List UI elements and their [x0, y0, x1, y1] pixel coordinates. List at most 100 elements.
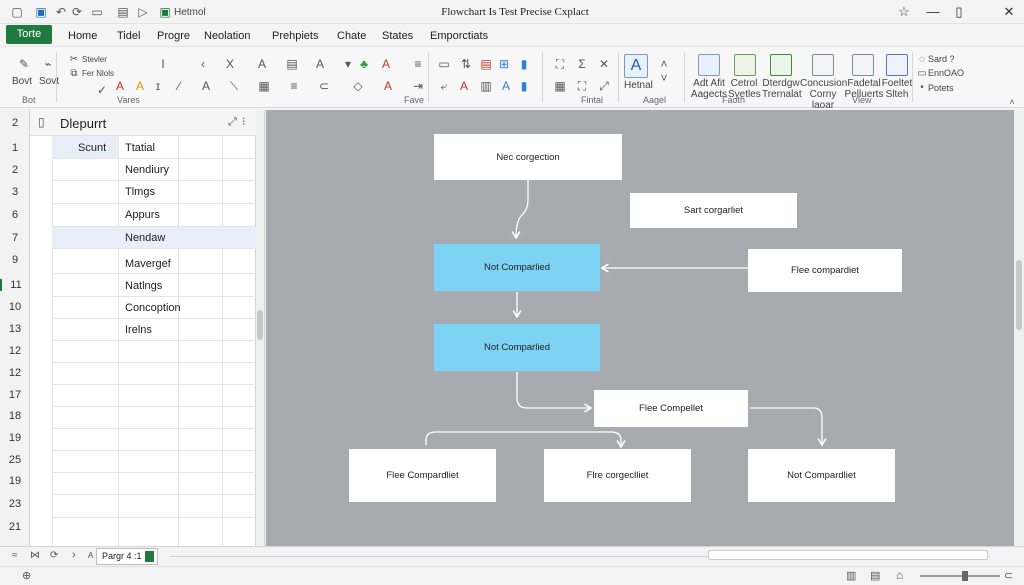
- align-icon[interactable]: ≡: [286, 78, 302, 94]
- paragraph-icon[interactable]: ▭: [436, 56, 452, 72]
- font-color-icon[interactable]: A: [112, 78, 128, 94]
- redo-icon[interactable]: ⟳: [70, 5, 84, 19]
- file-tab[interactable]: Torte: [6, 25, 52, 44]
- tab-states[interactable]: States: [382, 30, 413, 42]
- table-cell[interactable]: Nendaw: [125, 232, 165, 244]
- highlight-red-icon[interactable]: ▤: [478, 56, 494, 72]
- conclusion-button[interactable]: Concusion Corny laoar: [800, 78, 847, 111]
- horizontal-scrollbar[interactable]: [708, 550, 988, 560]
- new-icon[interactable]: ▭: [90, 5, 104, 19]
- color-a-icon[interactable]: A: [456, 78, 472, 94]
- people-icon[interactable]: [852, 54, 874, 76]
- table-cell[interactable]: Concoption: [125, 302, 181, 314]
- chevron-down-icon[interactable]: ˅: [656, 70, 672, 86]
- minimize-icon[interactable]: —: [922, 3, 944, 21]
- resize-icon[interactable]: ⤢: [596, 78, 612, 94]
- table-cell[interactable]: Nendiury: [125, 164, 169, 176]
- flow-node-1[interactable]: Nec corgection: [434, 134, 622, 180]
- forward-icon[interactable]: ▷: [136, 5, 150, 19]
- table-cell[interactable]: Appurs: [125, 209, 160, 221]
- dropdown-icon[interactable]: ▾: [340, 56, 356, 72]
- table-cell[interactable]: Irelns: [125, 324, 152, 336]
- flow-node-3[interactable]: Not Comparlied: [434, 244, 600, 291]
- border-icon[interactable]: ▦: [256, 78, 272, 94]
- diagram-button[interactable]: Dterdgw Trernalat: [762, 78, 802, 100]
- italic-icon[interactable]: ɪ: [150, 78, 166, 94]
- chevron-right-icon[interactable]: ›: [72, 549, 76, 561]
- hetnal-button[interactable]: Hetnal: [624, 80, 653, 91]
- grid-icon[interactable]: ▦: [552, 78, 568, 94]
- zoom-slider-thumb[interactable]: [962, 571, 968, 581]
- pin-icon[interactable]: ⤢: [228, 116, 237, 129]
- text-color-icon[interactable]: A: [380, 78, 396, 94]
- zoom-in-icon[interactable]: ⊂: [1004, 569, 1013, 582]
- font-color2-icon[interactable]: A: [378, 56, 394, 72]
- tab-tidel[interactable]: Tidel: [117, 30, 140, 42]
- font-size-icon[interactable]: A: [198, 78, 214, 94]
- undo-icon[interactable]: ↶: [54, 5, 68, 19]
- sheet-tab[interactable]: Pargr 4 :1: [96, 548, 158, 565]
- expand-icon[interactable]: ⛶: [552, 56, 568, 72]
- star-icon[interactable]: ☆: [893, 3, 915, 21]
- insert-table-icon[interactable]: ⊞: [496, 56, 512, 72]
- brush-icon[interactable]: ⌁: [40, 56, 56, 72]
- link-icon[interactable]: ⊂: [316, 78, 332, 94]
- add-aspects-icon[interactable]: [698, 54, 720, 76]
- potets-label[interactable]: Potets: [928, 83, 954, 94]
- close-icon[interactable]: ✕: [998, 3, 1020, 21]
- crop-icon[interactable]: ⛶: [574, 78, 590, 94]
- text-blue-icon[interactable]: A: [498, 78, 514, 94]
- ennoao-label[interactable]: EnnOAO: [928, 68, 964, 79]
- print-icon[interactable]: ▤: [116, 5, 130, 19]
- tab-chate[interactable]: Chate: [337, 30, 366, 42]
- page-layout-icon[interactable]: ▤: [870, 569, 880, 582]
- restore-icon[interactable]: ▯: [948, 3, 970, 21]
- copy-icon[interactable]: ⧉: [66, 66, 82, 82]
- sard-label[interactable]: Sard ?: [928, 54, 955, 65]
- scroll-thumb[interactable]: [257, 310, 263, 340]
- person-icon[interactable]: [812, 54, 834, 76]
- delete-icon[interactable]: ✕: [596, 56, 612, 72]
- flow-node-6[interactable]: Flee Compellet: [594, 390, 748, 427]
- shape-icon[interactable]: ◇: [350, 78, 366, 94]
- add-sheet-icon[interactable]: ⊕: [22, 569, 31, 582]
- diagram-icon[interactable]: [770, 54, 792, 76]
- sum-icon[interactable]: Σ: [574, 56, 590, 72]
- text-format-icon[interactable]: A: [312, 56, 328, 72]
- arrow-icon[interactable]: ⟍: [226, 78, 242, 94]
- indent-icon[interactable]: ⇥: [410, 78, 426, 94]
- table-cell[interactable]: Tlmgs: [125, 186, 155, 198]
- canvas-scrollbar[interactable]: [1014, 110, 1024, 546]
- line-icon[interactable]: ⁄: [171, 78, 187, 94]
- flow-node-2[interactable]: Sart corgarliet: [630, 193, 797, 228]
- scroll-prev-icon[interactable]: ⋈: [30, 550, 40, 561]
- tab-progre[interactable]: Progre: [157, 30, 190, 42]
- normal-view-icon[interactable]: ▥: [846, 569, 856, 582]
- flow-node-8[interactable]: Flre corgeclliet: [544, 449, 691, 502]
- table-icon[interactable]: ▤: [284, 56, 300, 72]
- table-cell[interactable]: Mavergef: [125, 258, 171, 270]
- foeltet-button[interactable]: Foeltet Slteh: [880, 78, 914, 100]
- scroll-first-icon[interactable]: ≈: [12, 550, 18, 561]
- chevron-left-icon[interactable]: ‹: [195, 56, 211, 72]
- flow-node-4[interactable]: Flee compardiet: [748, 249, 902, 292]
- tab-neolation[interactable]: Neolation: [204, 30, 250, 42]
- panel-scrollbar[interactable]: [256, 110, 265, 546]
- text-style-icon[interactable]: A: [624, 54, 648, 78]
- tab-home[interactable]: Home: [68, 30, 97, 42]
- flow-node-9[interactable]: Not Compardliet: [748, 449, 895, 502]
- chart-icon[interactable]: ▮: [516, 56, 532, 72]
- control-styles-icon[interactable]: [734, 54, 756, 76]
- sheet-icon[interactable]: ▣: [158, 5, 172, 19]
- collapse-ribbon-icon[interactable]: ˄: [1004, 94, 1020, 110]
- paste-icon[interactable]: ✎: [16, 56, 32, 72]
- font-grow-icon[interactable]: A: [254, 56, 270, 72]
- cursor-icon[interactable]: I: [155, 56, 171, 72]
- fill-icon[interactable]: ♣: [356, 56, 372, 72]
- merge-icon[interactable]: ▥: [478, 78, 494, 94]
- folder-icon[interactable]: [886, 54, 908, 76]
- bovt-button[interactable]: Bovt: [12, 76, 32, 87]
- panel-menu-icon[interactable]: ⁝: [242, 115, 246, 128]
- flow-node-5[interactable]: Not Comparlied: [434, 324, 600, 371]
- save-icon[interactable]: ▣: [34, 5, 48, 19]
